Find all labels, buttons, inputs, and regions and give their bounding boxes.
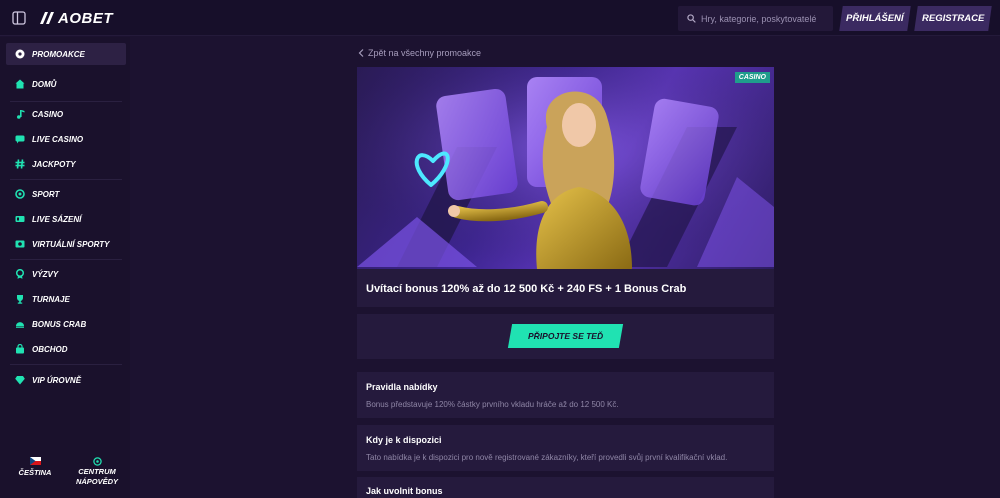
- sidebar-item-label: VIRTUÁLNÍ SPORTY: [32, 239, 110, 249]
- promo-hero-image: CASINO: [357, 67, 774, 269]
- sidebar-item-turnaje[interactable]: TURNAJE: [6, 288, 126, 310]
- live-icon: [15, 216, 25, 222]
- sidebar-item-label: JACKPOTY: [32, 159, 76, 169]
- language-selector[interactable]: ČEŠTINA: [18, 457, 52, 478]
- section-title: Pravidla nabídky: [366, 382, 438, 392]
- sidebar-item-virtualni-sporty[interactable]: VIRTUÁLNÍ SPORTY: [6, 233, 126, 255]
- login-button[interactable]: PŘIHLÁŠENÍ: [839, 6, 911, 31]
- sidebar-item-vip-urovne[interactable]: VIP ÚROVNĚ: [6, 369, 126, 391]
- login-label: PŘIHLÁŠENÍ: [846, 13, 904, 24]
- shop-icon: [16, 344, 24, 354]
- hero-artwork: [357, 67, 774, 269]
- offer-rules-section: Pravidla nabídky Bonus představuje 120% …: [357, 372, 774, 418]
- section-title: Jak uvolnit bonus: [366, 486, 443, 496]
- sidebar: PROMOAKCE DOMŮ CASINO LIVE CASINO JACKPO…: [0, 37, 130, 498]
- search-input[interactable]: [701, 13, 831, 24]
- sidebar-item-domu[interactable]: DOMŮ: [6, 73, 126, 95]
- section-text: Bonus představuje 120% částky prvního vk…: [366, 400, 619, 409]
- sidebar-item-label: LIVE SÁZENÍ: [32, 214, 82, 224]
- virtual-icon: [15, 240, 25, 248]
- badge-icon: [15, 269, 25, 279]
- join-now-label: PŘIPOJTE SE TEĎ: [527, 331, 604, 341]
- sidebar-item-promoakce[interactable]: PROMOAKCE: [6, 43, 126, 65]
- crab-icon: [16, 322, 24, 328]
- top-bar: AOBET PŘIHLÁŠENÍ REGISTRACE: [0, 0, 1000, 36]
- sidebar-item-jackpoty[interactable]: JACKPOTY: [6, 153, 126, 175]
- diamond-icon: [15, 376, 25, 385]
- sidebar-item-sport[interactable]: SPORT: [6, 183, 126, 205]
- help-label-2: NÁPOVĚDY: [75, 477, 119, 486]
- sidebar-item-obchod[interactable]: OBCHOD: [6, 338, 126, 360]
- sidebar-item-label: DOMŮ: [32, 79, 57, 89]
- czech-flag-icon: [29, 457, 41, 465]
- home-icon: [15, 79, 25, 89]
- section-text: Tato nabídka je k dispozici pro nově reg…: [366, 453, 728, 462]
- sidebar-item-live-sazeni[interactable]: LIVE SÁZENÍ: [6, 208, 126, 230]
- language-label: ČEŠTINA: [18, 468, 52, 477]
- join-now-button[interactable]: PŘIPOJTE SE TEĎ: [507, 324, 624, 348]
- hash-icon: [15, 159, 25, 169]
- chat-icon: [15, 135, 25, 144]
- sidebar-item-vyzvy[interactable]: VÝZVY: [6, 263, 126, 285]
- search-icon: [687, 14, 696, 23]
- sidebar-item-label: LIVE CASINO: [32, 134, 84, 144]
- sidebar-divider: [10, 101, 122, 102]
- release-bonus-section: Jak uvolnit bonus: [357, 477, 774, 498]
- sidebar-item-bonus-crab[interactable]: BONUS CRAB: [6, 313, 126, 335]
- help-center-link[interactable]: CENTRUM NÁPOVĚDY: [72, 457, 122, 487]
- chevron-left-icon: [358, 49, 364, 57]
- back-link[interactable]: Zpět na všechny promoakce: [358, 48, 481, 58]
- sidebar-item-label: SPORT: [32, 189, 60, 199]
- sidebar-divider: [10, 259, 122, 260]
- sidebar-item-live-casino[interactable]: LIVE CASINO: [6, 128, 126, 150]
- sport-icon: [15, 189, 25, 199]
- sidebar-item-label: VIP ÚROVNĚ: [32, 375, 82, 385]
- category-badge: CASINO: [734, 72, 770, 83]
- help-label-1: CENTRUM: [78, 467, 116, 476]
- gear-icon: [15, 49, 25, 59]
- sidebar-toggle-icon[interactable]: [12, 11, 26, 25]
- sidebar-divider: [10, 364, 122, 365]
- sidebar-item-label: PROMOAKCE: [32, 49, 85, 59]
- trophy-icon: [17, 295, 23, 304]
- sidebar-item-label: VÝZVY: [32, 269, 59, 279]
- register-button[interactable]: REGISTRACE: [914, 6, 992, 31]
- register-label: REGISTRACE: [921, 13, 985, 24]
- music-note-icon: [17, 110, 25, 119]
- sidebar-item-label: BONUS CRAB: [32, 319, 87, 329]
- sidebar-item-label: TURNAJE: [32, 294, 70, 304]
- logo-mark-icon: [40, 12, 54, 24]
- sidebar-item-label: CASINO: [32, 109, 64, 119]
- search-box[interactable]: [678, 6, 833, 31]
- logo-text: AOBET: [58, 9, 113, 27]
- sidebar-item-label: OBCHOD: [32, 344, 68, 354]
- section-title: Kdy je k dispozici: [366, 435, 442, 445]
- join-panel: PŘIPOJTE SE TEĎ: [357, 314, 774, 359]
- promo-card: CASINO Uvítací bonus 120% až do 12 500 K…: [357, 67, 774, 307]
- availability-section: Kdy je k dispozici Tato nabídka je k dis…: [357, 425, 774, 471]
- logo[interactable]: AOBET: [40, 9, 113, 27]
- sidebar-item-casino[interactable]: CASINO: [6, 103, 126, 125]
- help-icon: [92, 457, 102, 466]
- promo-title: Uvítací bonus 120% až do 12 500 Kč + 240…: [366, 283, 687, 295]
- back-link-label: Zpět na všechny promoakce: [368, 48, 482, 58]
- sidebar-divider: [10, 179, 122, 180]
